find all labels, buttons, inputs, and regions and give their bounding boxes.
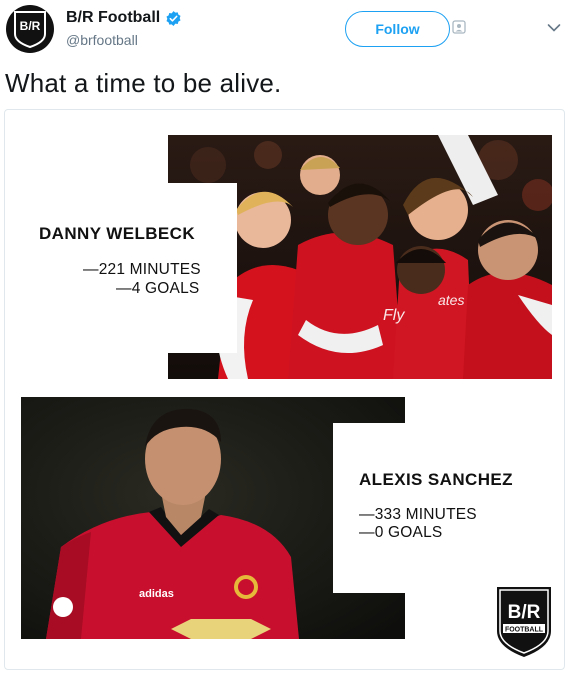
svg-text:adidas: adidas	[139, 588, 174, 600]
follow-button[interactable]: Follow	[345, 11, 450, 47]
name-row: B/R Football	[66, 9, 182, 27]
stat-minutes-welbeck: —221 MINUTES	[83, 261, 201, 278]
avatar[interactable]: B/R	[6, 5, 54, 53]
stat-panel-sanchez: ALEXIS SANCHEZ —333 MINUTES —0 GOALS	[333, 423, 564, 593]
br-shield-icon: B/R	[14, 11, 46, 49]
svg-text:B/R: B/R	[508, 602, 541, 623]
block-user-icon[interactable]	[452, 20, 466, 34]
stat-panel-welbeck: DANNY WELBECK —221 MINUTES —4 GOALS	[5, 183, 237, 353]
svg-text:Fly: Fly	[383, 307, 405, 324]
handle[interactable]: @brfootball	[66, 32, 138, 48]
tweet-header: B/R B/R Football @brfootball Follow	[0, 0, 569, 60]
br-football-logo: B/R FOOTBALL	[497, 587, 551, 657]
svg-text:FOOTBALL: FOOTBALL	[505, 627, 544, 634]
media-card[interactable]: Fly ates DANNY WELBECK —221 MINUTES —4 G…	[4, 109, 565, 670]
svg-text:B/R: B/R	[20, 19, 41, 33]
chevron-down-icon[interactable]	[547, 23, 561, 33]
stat-minutes-sanchez: —333 MINUTES	[359, 506, 477, 523]
stat-goals-sanchez: —0 GOALS	[359, 524, 443, 541]
player-name-sanchez: ALEXIS SANCHEZ	[359, 470, 513, 489]
svg-text:ates: ates	[438, 292, 464, 308]
verified-badge-icon	[166, 10, 181, 26]
stat-goals-welbeck: —4 GOALS	[116, 280, 200, 297]
player-name-welbeck: DANNY WELBECK	[39, 224, 196, 243]
display-name[interactable]: B/R Football	[66, 9, 160, 27]
tweet-text: What a time to be alive.	[5, 68, 282, 98]
